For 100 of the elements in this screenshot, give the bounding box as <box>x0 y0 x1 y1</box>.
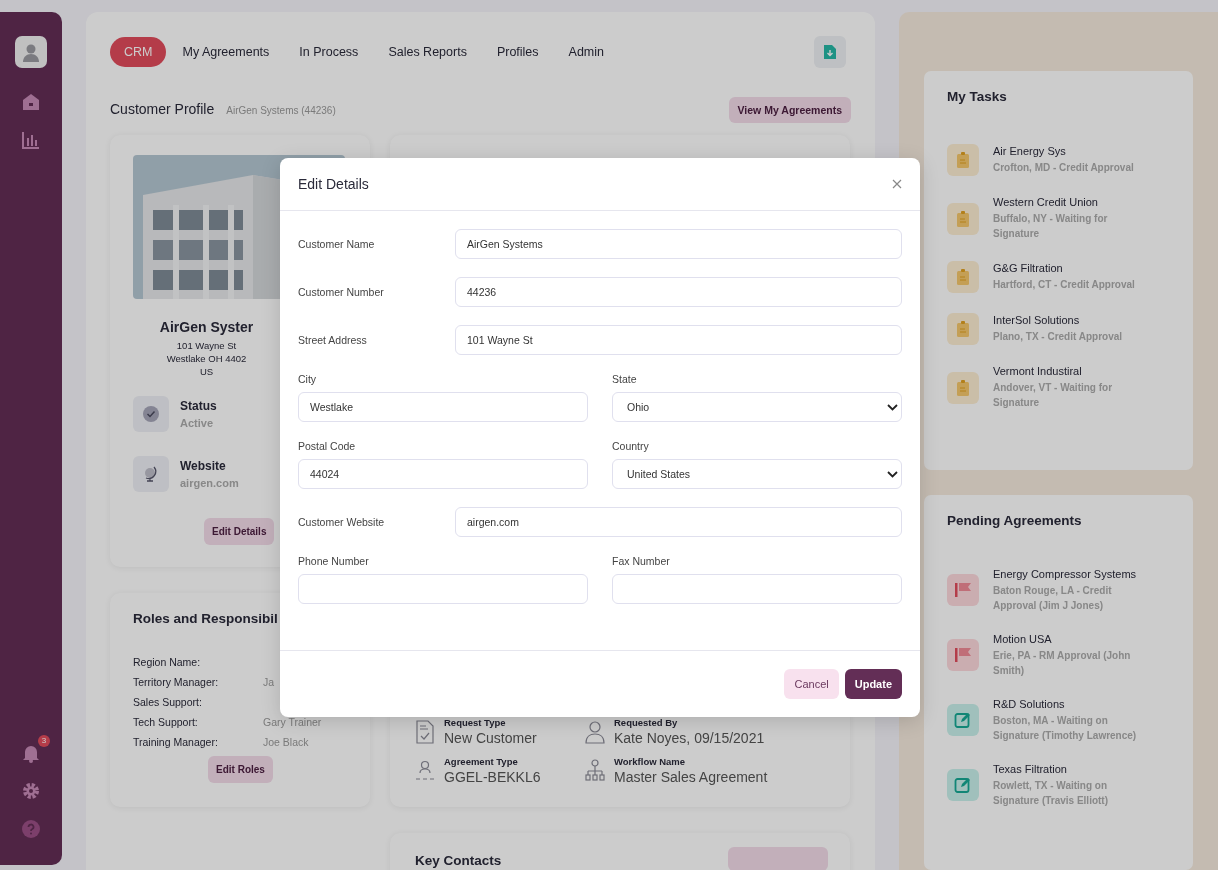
field-label: City <box>298 373 318 385</box>
fact-value: Active <box>180 417 215 429</box>
task-detail: Hartford, CT - Credit Approval <box>993 278 1136 292</box>
role-value: Ja <box>263 676 276 690</box>
home-icon[interactable] <box>21 92 41 112</box>
help-icon[interactable] <box>21 819 41 839</box>
nav-tab[interactable]: In Process <box>285 37 373 67</box>
flag-icon <box>947 639 979 672</box>
agreement-detail: Boston, MA - Waiting on Signature (Timothy Lawrence) <box>993 713 1138 743</box>
agreement-name: R&D Solutions <box>993 697 1066 710</box>
role-label: Territory Manager: <box>133 676 220 690</box>
role-label: Training Manager: <box>133 736 219 750</box>
nav-tab[interactable]: My Agreements <box>168 37 284 67</box>
settings-icon[interactable] <box>21 781 41 801</box>
task-detail: Buffalo, NY - Waiting for Signature <box>993 212 1109 241</box>
cancel-button[interactable]: Cancel <box>784 669 839 699</box>
nav-tab[interactable]: Profiles <box>482 37 553 67</box>
file-download-icon <box>823 44 837 60</box>
page-title: Customer Profile <box>110 101 215 117</box>
text-field[interactable] <box>612 574 902 604</box>
edit-details-button[interactable]: Edit Details <box>204 518 275 545</box>
text-field[interactable]: 44024 <box>298 459 588 489</box>
role-value: Joe Black <box>263 736 310 750</box>
agreement-name: Motion USA <box>993 632 1053 645</box>
field-label: Postal Code <box>298 440 357 452</box>
hierarchy-icon <box>584 758 606 783</box>
field-value: Kate Noyes, 09/15/2021 <box>614 730 765 746</box>
task-name: G&G Filtration <box>993 262 1064 274</box>
download-button[interactable] <box>814 36 846 68</box>
document-check-icon <box>414 719 436 744</box>
edit-icon <box>947 769 979 802</box>
select-field[interactable]: United States <box>612 459 902 489</box>
field-label: State <box>612 373 638 385</box>
text-field[interactable]: AirGen Systems <box>455 229 902 259</box>
chevron-down-icon <box>887 470 898 478</box>
nav-tab[interactable]: Sales Reports <box>374 37 481 67</box>
fact-label: Status <box>180 399 217 413</box>
field-label: Country <box>612 440 650 452</box>
field-label: Agreement Type <box>444 756 519 767</box>
check-icon <box>133 396 169 432</box>
role-label: Region Name: <box>133 656 202 670</box>
fact-label: Website <box>180 459 227 473</box>
flag-icon <box>947 574 979 607</box>
clipboard-icon <box>947 371 979 404</box>
field-label: Workflow Name <box>614 756 687 767</box>
text-field[interactable]: airgen.com <box>455 507 902 537</box>
agreement-detail: Baton Rouge, LA - Credit Approval (Jim J Jones) <box>993 583 1113 613</box>
avatar[interactable] <box>15 36 47 68</box>
dialog-title: Edit Details <box>298 176 369 192</box>
edit-roles-button[interactable]: Edit Roles <box>208 756 273 783</box>
text-field[interactable] <box>298 574 588 604</box>
clipboard-icon <box>947 313 979 345</box>
award-icon <box>414 758 436 783</box>
nav-tab[interactable]: Admin <box>554 37 618 67</box>
edit-icon <box>947 704 979 737</box>
address-line: Westlake OH 4402 <box>166 352 247 365</box>
nav-tab[interactable]: CRM <box>110 37 167 67</box>
text-field[interactable]: 44236 <box>455 277 902 307</box>
bell-icon[interactable] <box>21 743 41 763</box>
field-label: Street Address <box>298 334 368 346</box>
clipboard-icon <box>947 144 979 176</box>
field-label: Request Type <box>444 717 507 728</box>
field-value: New Customer <box>444 730 537 746</box>
chevron-down-icon <box>887 403 898 411</box>
agreement-detail: Rowlett, TX - Waiting on Signature (Travis Elliott) <box>993 778 1110 808</box>
agreement-name: Energy Compressor Systems <box>993 567 1138 580</box>
address-line: 101 Wayne St <box>176 339 237 352</box>
notification-badge: 3 <box>38 735 50 747</box>
field-label: Customer Number <box>298 286 385 298</box>
role-label: Tech Support: <box>133 716 199 730</box>
field-label: Customer Website <box>298 516 386 528</box>
chart-icon[interactable] <box>21 130 41 150</box>
clipboard-icon <box>947 202 979 235</box>
card-title: Key Contacts <box>415 853 502 868</box>
card-title: Pending Agreements <box>947 512 1083 528</box>
field-value: Master Sales Agreement <box>614 769 768 785</box>
fact-value: airgen.com <box>180 477 239 489</box>
role-value: Gary Trainer <box>263 716 323 730</box>
task-detail: Andover, VT - Waiting for Signature <box>993 381 1114 410</box>
field-label: Phone Number <box>298 555 370 567</box>
card-title: Roles and Responsibil <box>133 611 279 626</box>
task-detail: Crofton, MD - Credit Approval <box>993 161 1135 175</box>
card-title: My Tasks <box>947 89 1008 104</box>
select-field[interactable]: Ohio <box>612 392 902 422</box>
field-label: Customer Name <box>298 238 376 250</box>
update-button[interactable]: Update <box>844 669 902 699</box>
company-name: AirGen Syster <box>159 319 254 335</box>
task-name: Vermont Industiral <box>993 365 1083 377</box>
task-name: InterSol Solutions <box>993 314 1081 326</box>
close-button[interactable] <box>890 177 904 191</box>
task-name: Western Credit Union <box>993 196 1099 208</box>
field-value: GGEL-BEKKL6 <box>444 769 541 785</box>
field-label: Requested By <box>614 717 679 728</box>
text-field[interactable]: Westlake <box>298 392 588 422</box>
view-agreements-button[interactable]: View My Agreements <box>728 97 851 123</box>
text-field[interactable]: 101 Wayne St <box>455 325 902 355</box>
customer-subtitle: AirGen Systems (44236) <box>226 105 336 116</box>
task-detail: Plano, TX - Credit Approval <box>993 330 1124 344</box>
globe-icon <box>133 456 169 492</box>
person-icon <box>584 719 606 744</box>
